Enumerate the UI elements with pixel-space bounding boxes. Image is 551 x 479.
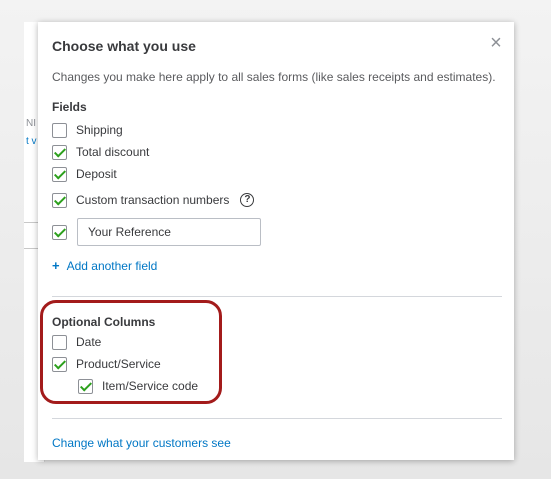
field-deposit-row: Deposit — [52, 164, 117, 184]
custom-transaction-numbers-label: Custom transaction numbers — [76, 193, 230, 207]
item-service-code-checkbox[interactable] — [78, 378, 93, 394]
shipping-label: Shipping — [76, 123, 123, 137]
custom-field-name-input[interactable] — [77, 218, 261, 246]
date-label: Date — [76, 335, 102, 349]
add-another-field-link[interactable]: + Add another field — [52, 258, 157, 273]
help-icon[interactable]: ? — [240, 193, 255, 207]
background-text-fragment: NI — [26, 118, 36, 129]
custom-field-row — [52, 218, 261, 246]
custom-transaction-numbers-checkbox[interactable] — [52, 192, 67, 208]
product-service-label: Product/Service — [76, 357, 161, 371]
field-total-discount-row: Total discount — [52, 142, 149, 162]
item-service-code-label: Item/Service code — [102, 379, 199, 393]
total-discount-checkbox[interactable] — [52, 144, 67, 160]
panel-description: Changes you make here apply to all sales… — [52, 70, 496, 84]
date-checkbox[interactable] — [52, 334, 67, 350]
product-service-checkbox[interactable] — [52, 356, 67, 372]
background-link-fragment: t v — [26, 136, 37, 147]
panel-title: Choose what you use — [52, 38, 196, 54]
fields-section-label: Fields — [52, 100, 87, 114]
field-shipping-row: Shipping — [52, 120, 123, 140]
change-what-customers-see-link[interactable]: Change what your customers see — [52, 436, 231, 450]
column-product-service-row: Product/Service — [52, 354, 161, 374]
choose-what-you-use-panel: Choose what you use × Changes you make h… — [38, 22, 514, 460]
close-icon[interactable]: × — [486, 33, 506, 53]
total-discount-label: Total discount — [76, 145, 150, 159]
add-another-field-label: Add another field — [66, 258, 158, 273]
custom-field-checkbox[interactable] — [52, 224, 67, 240]
deposit-checkbox[interactable] — [52, 166, 67, 182]
shipping-checkbox[interactable] — [52, 122, 67, 138]
column-date-row: Date — [52, 332, 101, 352]
footer-divider — [52, 418, 502, 419]
field-custom-transaction-numbers-row: Custom transaction numbers ? — [52, 190, 255, 210]
section-divider — [52, 296, 502, 297]
deposit-label: Deposit — [76, 167, 117, 181]
plus-icon: + — [52, 258, 60, 273]
optional-columns-label: Optional Columns — [52, 315, 156, 329]
column-item-service-code-row: Item/Service code — [78, 376, 198, 396]
